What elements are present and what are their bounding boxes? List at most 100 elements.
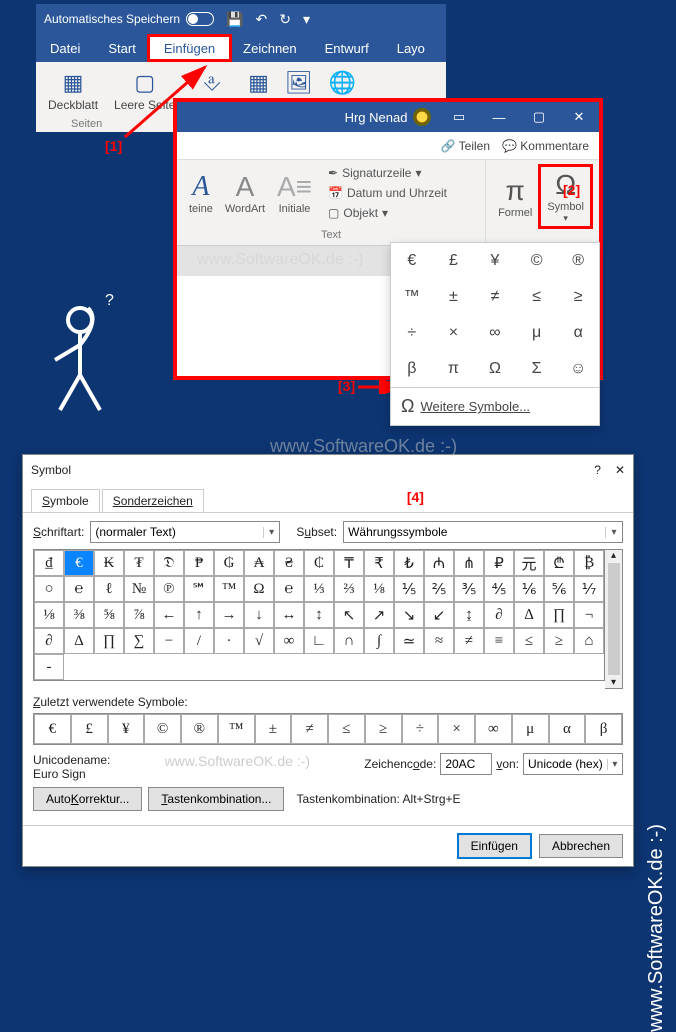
char-cell[interactable]: ∞ [274, 628, 304, 654]
cancel-button[interactable]: Abbrechen [539, 834, 623, 858]
char-cell[interactable]: ℗ [154, 576, 184, 602]
symbol-cell[interactable]: × [433, 315, 475, 351]
char-cell[interactable]: 元 [514, 550, 544, 576]
char-cell[interactable]: ∑ [124, 628, 154, 654]
char-cell[interactable]: / [184, 628, 214, 654]
char-cell[interactable]: ₾ [544, 550, 574, 576]
autocorrect-button[interactable]: AutoKorrektur... [33, 787, 142, 811]
char-cell[interactable]: - [34, 654, 64, 680]
char-cell[interactable]: √ [244, 628, 274, 654]
char-cell[interactable]: ⅖ [424, 576, 454, 602]
object-button[interactable]: ▢ Objekt ▾ [324, 204, 451, 222]
charcode-input[interactable] [441, 757, 491, 771]
recent-char-cell[interactable]: £ [71, 714, 108, 744]
chevron-down-icon[interactable]: ▾ [263, 527, 279, 538]
char-cell[interactable]: ○ [34, 576, 64, 602]
recent-char-cell[interactable]: © [144, 714, 181, 744]
char-cell[interactable]: ↓ [244, 602, 274, 628]
symbol-cell[interactable]: ≠ [474, 279, 516, 315]
subset-combo[interactable]: ▾ [343, 521, 623, 543]
recent-char-cell[interactable]: β [585, 714, 622, 744]
char-cell[interactable]: ₽ [484, 550, 514, 576]
char-cell[interactable]: ⅚ [544, 576, 574, 602]
from-input[interactable] [524, 757, 607, 771]
char-cell[interactable]: ≥ [544, 628, 574, 654]
tab-symbole[interactable]: Symbole [31, 489, 100, 512]
symbol-cell[interactable]: ≤ [516, 279, 558, 315]
cover-page-button[interactable]: ▦Deckblatt [44, 68, 102, 114]
char-cell[interactable]: ≠ [454, 628, 484, 654]
minimize-button[interactable]: — [479, 102, 519, 132]
font-input[interactable] [91, 525, 263, 539]
char-cell[interactable]: ∩ [334, 628, 364, 654]
char-cell[interactable]: € [64, 550, 94, 576]
recent-char-cell[interactable]: ® [181, 714, 218, 744]
char-cell[interactable]: ™ [214, 576, 244, 602]
char-cell[interactable]: ₹ [364, 550, 394, 576]
char-cell[interactable]: ⅐ [574, 576, 604, 602]
recent-char-cell[interactable]: ± [255, 714, 292, 744]
recent-char-cell[interactable]: ÷ [402, 714, 439, 744]
symbol-cell[interactable]: ≥ [557, 279, 599, 315]
recent-char-cell[interactable]: × [438, 714, 475, 744]
tab-sonderzeichen[interactable]: Sonderzeichen [102, 489, 204, 512]
char-cell[interactable]: · [214, 628, 244, 654]
char-cell[interactable]: ⌂ [574, 628, 604, 654]
scroll-thumb[interactable] [608, 563, 620, 675]
char-cell[interactable]: ⅛ [34, 602, 64, 628]
wordart-button[interactable]: AWordArt [219, 169, 271, 217]
textbox-button[interactable]: Ateine [183, 169, 219, 217]
save-icon[interactable]: 💾 [226, 11, 243, 28]
tab-entwurf[interactable]: Entwurf [311, 34, 383, 62]
recent-char-cell[interactable]: ¥ [108, 714, 145, 744]
char-cell[interactable]: ₫ [34, 550, 64, 576]
char-cell[interactable]: ⅛ [364, 576, 394, 602]
undo-icon[interactable]: ↶ [256, 11, 268, 28]
insert-button[interactable]: Einfügen [458, 834, 531, 858]
char-cell[interactable]: ↨ [454, 602, 484, 628]
char-cell[interactable]: Ω [244, 576, 274, 602]
char-cell[interactable]: ⅘ [484, 576, 514, 602]
char-cell[interactable]: ¬ [574, 602, 604, 628]
char-cell[interactable]: ↔ [274, 602, 304, 628]
comments-button[interactable]: 💬 Kommentare [502, 139, 589, 153]
symbol-cell[interactable]: β [391, 351, 433, 387]
tab-layout[interactable]: Layo [383, 34, 439, 62]
symbol-cell[interactable]: £ [433, 243, 475, 279]
font-combo[interactable]: ▾ [90, 521, 280, 543]
chevron-down-icon[interactable]: ▾ [605, 527, 622, 538]
symbol-cell[interactable]: μ [516, 315, 558, 351]
char-cell[interactable]: ≡ [484, 628, 514, 654]
symbol-cell[interactable]: ™ [391, 279, 433, 315]
recent-char-cell[interactable]: ™ [218, 714, 255, 744]
char-cell[interactable]: ≈ [424, 628, 454, 654]
char-cell[interactable]: ⅞ [124, 602, 154, 628]
symbol-cell[interactable]: ± [433, 279, 475, 315]
from-combo[interactable]: ▾ [523, 753, 623, 775]
recent-char-cell[interactable]: ∞ [475, 714, 512, 744]
char-cell[interactable]: ₼ [424, 550, 454, 576]
recent-char-cell[interactable]: € [34, 714, 71, 744]
symbol-cell[interactable]: ¥ [474, 243, 516, 279]
char-cell[interactable]: ≤ [514, 628, 544, 654]
char-cell[interactable]: ∫ [364, 628, 394, 654]
close-button[interactable]: ✕ [615, 463, 625, 477]
char-cell[interactable]: ₱ [184, 550, 214, 576]
char-cell[interactable]: ₳ [244, 550, 274, 576]
symbol-cell[interactable]: € [391, 243, 433, 279]
symbol-cell[interactable]: ☺ [557, 351, 599, 387]
signature-button[interactable]: ✒ Signaturzeile ▾ [324, 164, 451, 182]
recent-char-cell[interactable]: α [549, 714, 586, 744]
char-cell[interactable]: − [154, 628, 184, 654]
char-cell[interactable]: ↘ [394, 602, 424, 628]
char-cell[interactable]: ⅓ [304, 576, 334, 602]
symbol-cell[interactable]: ∞ [474, 315, 516, 351]
recent-char-cell[interactable]: ≤ [328, 714, 365, 744]
char-cell[interactable]: № [124, 576, 154, 602]
recent-char-cell[interactable]: ≥ [365, 714, 402, 744]
char-cell[interactable]: ∆ [514, 602, 544, 628]
symbol-cell[interactable]: α [557, 315, 599, 351]
recent-char-cell[interactable]: μ [512, 714, 549, 744]
char-cell[interactable]: ↖ [334, 602, 364, 628]
char-cell[interactable]: ₵ [304, 550, 334, 576]
